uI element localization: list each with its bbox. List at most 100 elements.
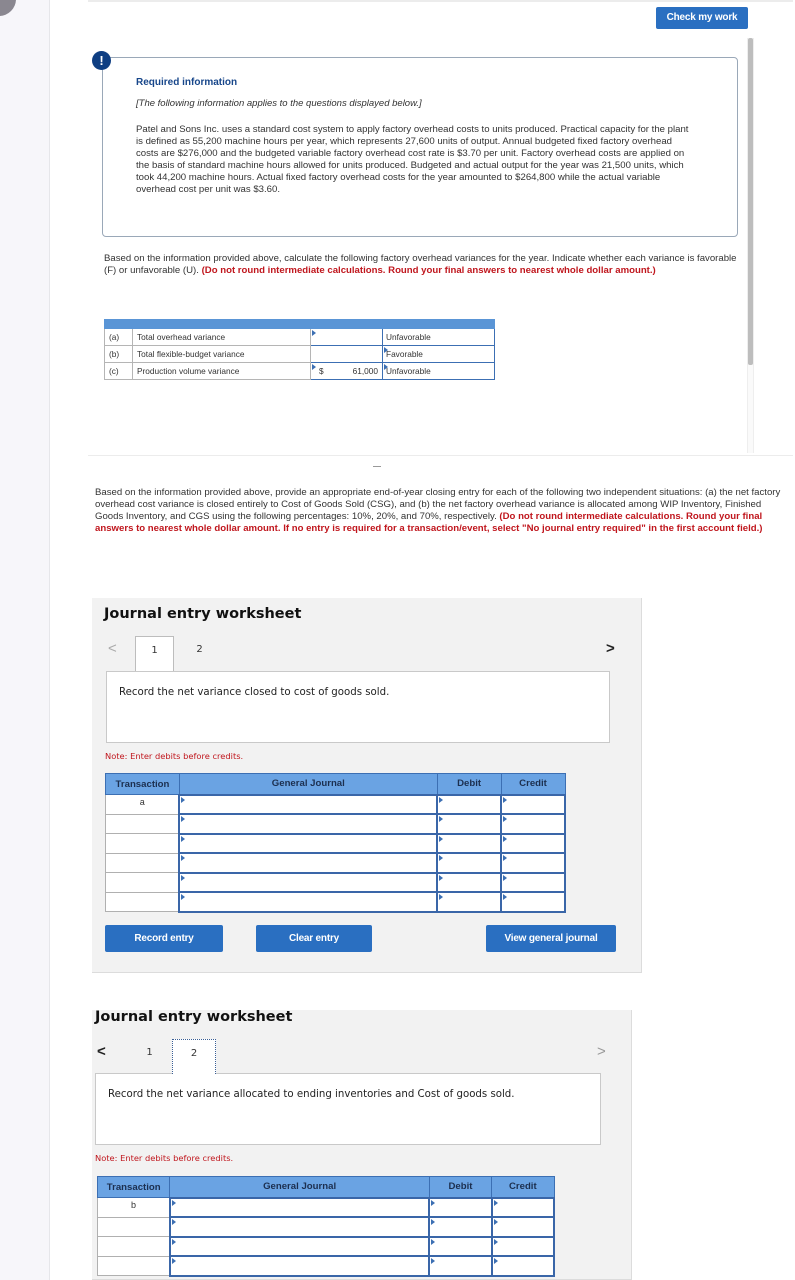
credit-input[interactable]	[500, 891, 566, 913]
debit-input[interactable]	[436, 793, 503, 815]
input-marker-icon	[439, 874, 444, 881]
variance-label: Total overhead variance	[132, 328, 311, 346]
credit-input[interactable]	[490, 1255, 556, 1277]
drag-handle[interactable]	[373, 466, 381, 467]
account-select[interactable]	[178, 891, 439, 913]
journal-row	[96, 1255, 556, 1277]
variance-label: Production volume variance	[132, 362, 311, 380]
next-arrow-icon[interactable]: >	[606, 640, 615, 657]
journal-row	[96, 1216, 556, 1238]
transaction-cell	[105, 872, 180, 893]
info-title: Required information	[136, 77, 238, 88]
credit-input[interactable]	[500, 793, 566, 815]
account-select[interactable]	[168, 1255, 431, 1277]
dropdown-marker-icon	[171, 1258, 176, 1264]
worksheet-note: Note: Enter debits before credits.	[95, 1153, 234, 1163]
account-select[interactable]	[178, 852, 439, 874]
debit-input[interactable]	[428, 1255, 493, 1277]
input-marker-icon	[493, 1199, 498, 1206]
account-select[interactable]	[178, 871, 439, 893]
journal-row: a	[105, 793, 566, 815]
variance-type-select[interactable]: Favorable	[382, 345, 495, 363]
account-select[interactable]	[168, 1196, 431, 1218]
prev-arrow-icon[interactable]: <	[108, 640, 117, 657]
variance-amount-input[interactable]: $61,000	[310, 362, 383, 380]
clear-entry-button[interactable]: Clear entry	[256, 925, 372, 952]
account-select[interactable]	[178, 793, 439, 815]
transaction-cell: a	[105, 794, 180, 815]
variance-letter: (a)	[104, 328, 133, 346]
dropdown-marker-icon	[384, 347, 388, 353]
input-marker-icon	[503, 874, 508, 881]
col-transaction: Transaction	[105, 773, 180, 795]
check-my-work-button[interactable]: Check my work	[656, 7, 748, 29]
transaction-cell	[96, 1255, 171, 1276]
variance-type-select[interactable]: Unfavorable	[382, 362, 495, 380]
worksheet-title: Journal entry worksheet	[104, 606, 302, 622]
top-divider	[88, 0, 793, 2]
dropdown-marker-icon	[181, 874, 186, 881]
input-marker-icon	[503, 894, 508, 900]
transaction-cell	[105, 813, 180, 834]
credit-input[interactable]	[490, 1235, 556, 1257]
section-divider	[88, 455, 793, 456]
debit-input[interactable]	[436, 832, 503, 854]
tab-2[interactable]: 2	[180, 636, 219, 671]
input-marker-icon	[439, 816, 444, 822]
journal-row	[105, 813, 566, 835]
scrollbar-thumb[interactable]	[748, 38, 753, 365]
variance-letter: (b)	[104, 345, 133, 363]
transaction-cell	[105, 852, 180, 873]
info-subtitle: [The following information applies to th…	[136, 98, 422, 109]
question-1: Based on the information provided above,…	[104, 253, 744, 277]
account-select[interactable]	[168, 1216, 431, 1238]
tab-1[interactable]: 1	[130, 1039, 169, 1074]
col-general-journal: General Journal	[178, 773, 438, 795]
info-body: Patel and Sons Inc. uses a standard cost…	[136, 124, 689, 196]
input-marker-icon	[503, 796, 508, 803]
journal-table-header: Transaction General Journal Debit Credit	[105, 773, 566, 795]
input-marker-icon	[493, 1258, 498, 1264]
variance-amount-input[interactable]	[310, 345, 383, 363]
variance-type-select[interactable]: Unfavorable	[382, 328, 495, 346]
account-select[interactable]	[178, 832, 439, 854]
input-marker-icon	[493, 1219, 498, 1225]
debit-input[interactable]	[436, 813, 503, 835]
debit-input[interactable]	[428, 1216, 493, 1238]
worksheet-title: Journal entry worksheet	[95, 1009, 293, 1025]
input-marker-icon	[503, 855, 508, 861]
input-marker-icon	[503, 816, 508, 822]
input-marker-icon	[493, 1238, 498, 1245]
variance-amount-input[interactable]	[310, 328, 383, 346]
credit-input[interactable]	[500, 871, 566, 893]
credit-input[interactable]	[500, 813, 566, 835]
transaction-cell	[105, 891, 180, 912]
account-select[interactable]	[178, 813, 439, 835]
credit-input[interactable]	[490, 1216, 556, 1238]
debit-input[interactable]	[428, 1196, 493, 1218]
input-marker-icon	[439, 855, 444, 861]
record-entry-button[interactable]: Record entry	[105, 925, 223, 952]
credit-input[interactable]	[490, 1196, 556, 1218]
avatar[interactable]	[0, 0, 16, 16]
debit-input[interactable]	[436, 891, 503, 913]
credit-input[interactable]	[500, 832, 566, 854]
view-general-journal-button[interactable]: View general journal	[486, 925, 616, 952]
tab-1[interactable]: 1	[135, 636, 174, 671]
variance-table: (a) Total overhead variance Unfavorable …	[104, 319, 495, 380]
prev-arrow-icon[interactable]: <	[97, 1043, 106, 1060]
input-marker-icon	[439, 835, 444, 842]
variance-letter: (c)	[104, 362, 133, 380]
dropdown-marker-icon	[171, 1199, 176, 1206]
tab-2[interactable]: 2	[172, 1039, 216, 1074]
next-arrow-icon[interactable]: >	[597, 1043, 606, 1060]
input-marker-icon	[431, 1258, 436, 1264]
credit-input[interactable]	[500, 852, 566, 874]
debit-input[interactable]	[436, 871, 503, 893]
debit-input[interactable]	[428, 1235, 493, 1257]
debit-input[interactable]	[436, 852, 503, 874]
account-select[interactable]	[168, 1235, 431, 1257]
col-debit: Debit	[436, 773, 502, 795]
worksheet-prompt: Record the net variance closed to cost o…	[106, 671, 610, 743]
variance-table-header	[104, 319, 495, 329]
